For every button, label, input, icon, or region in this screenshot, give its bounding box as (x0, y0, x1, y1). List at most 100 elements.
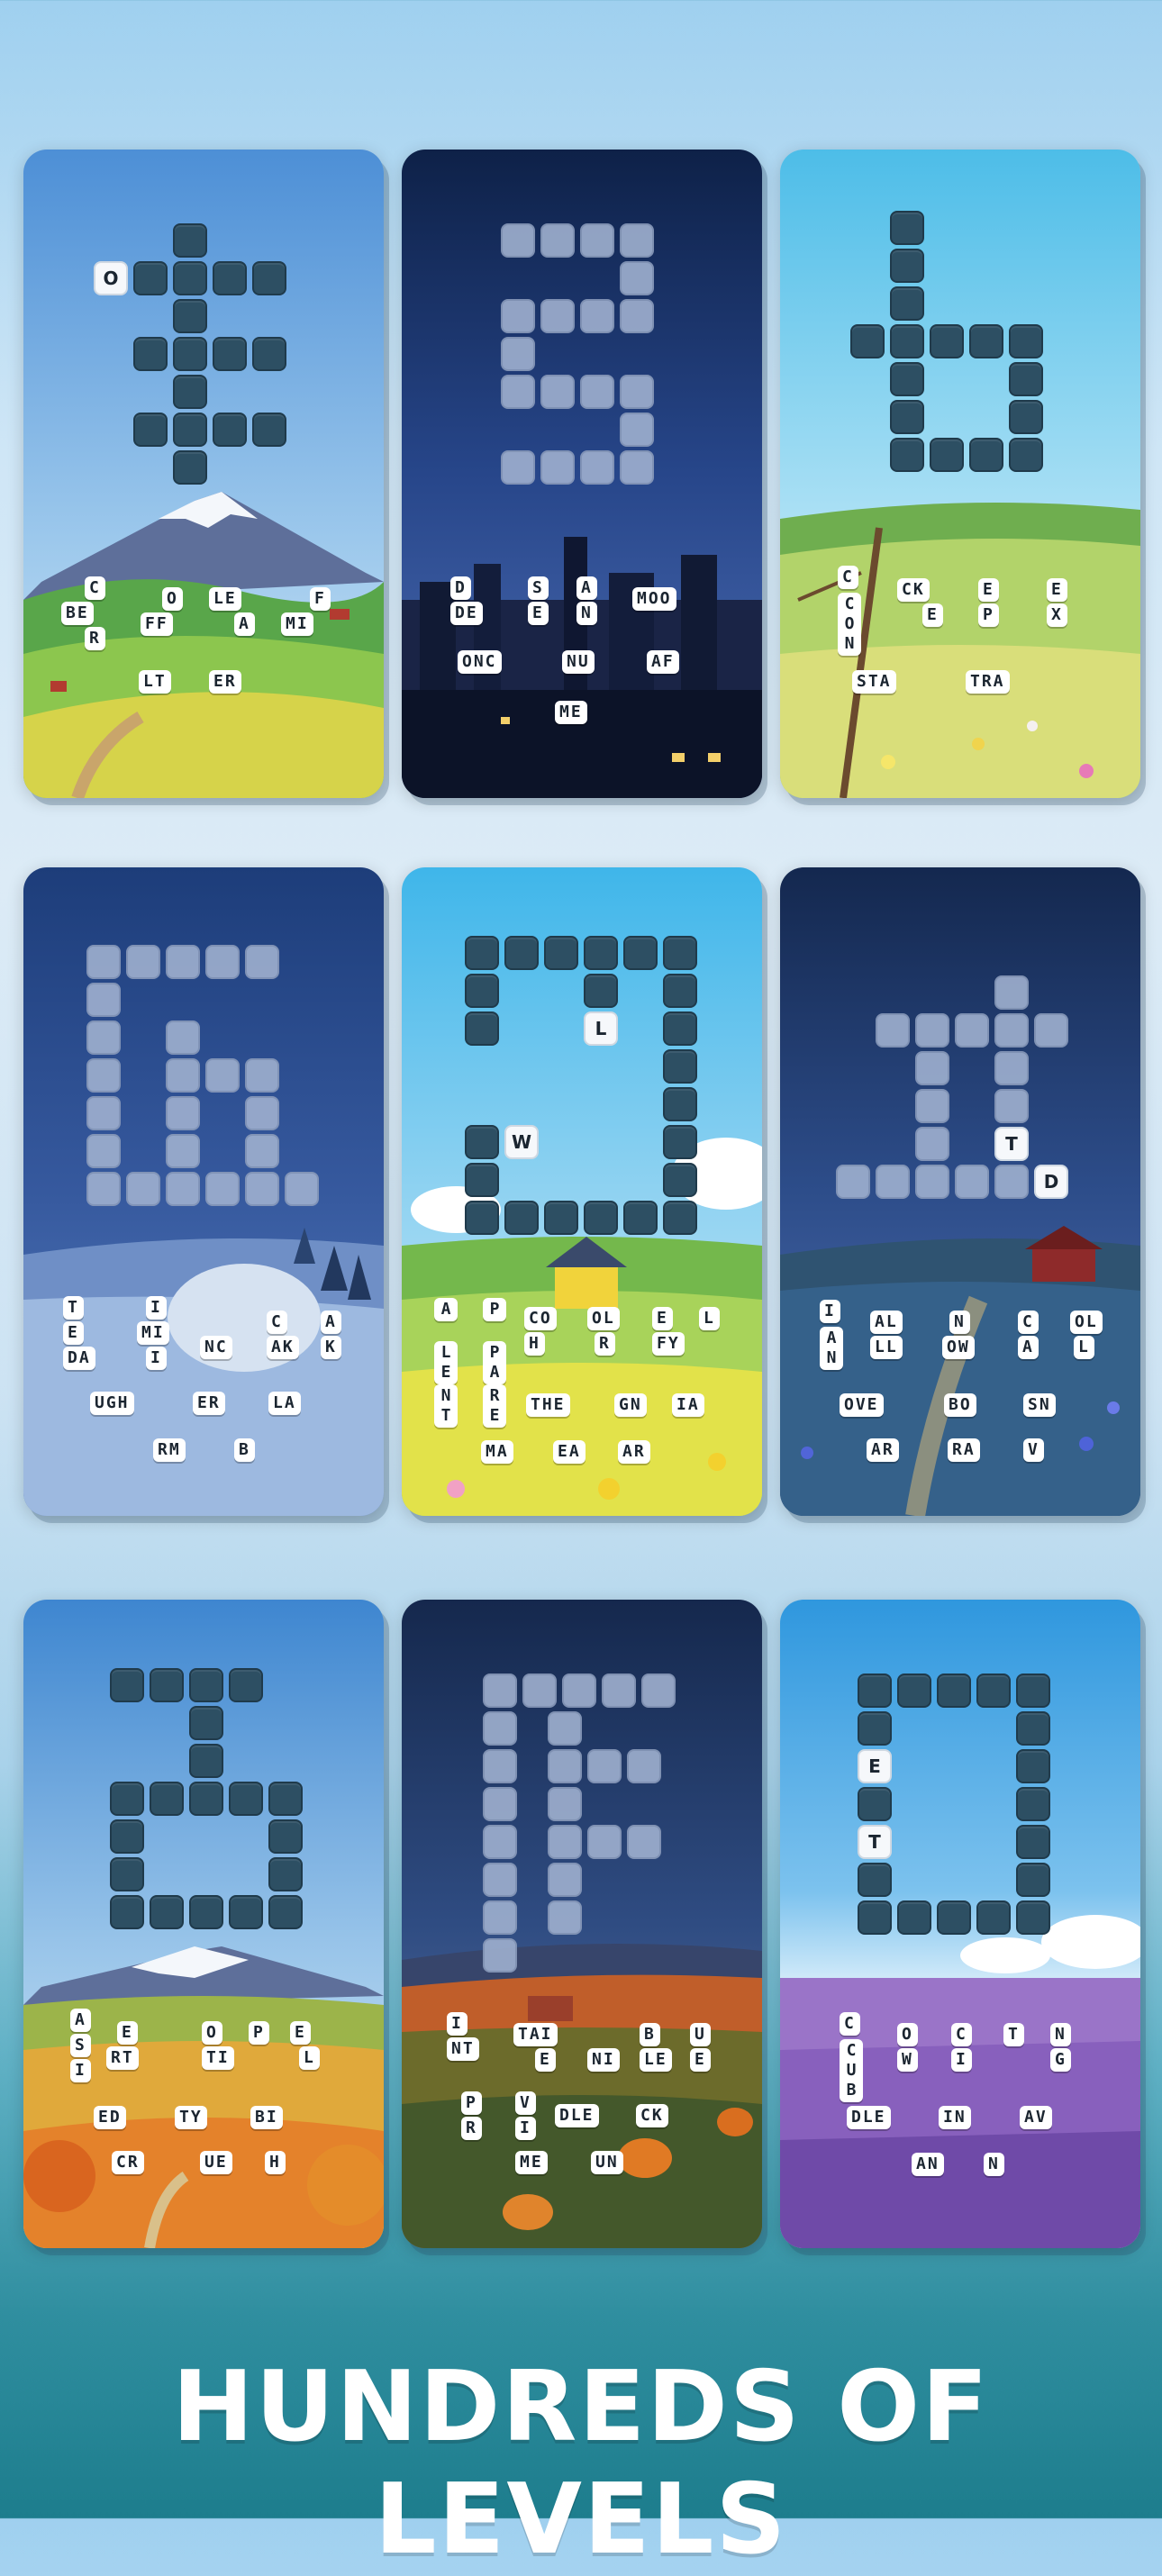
word-chip[interactable]: A (321, 1311, 341, 1334)
word-chip[interactable]: C (85, 576, 105, 600)
word-chip[interactable]: TRA (966, 670, 1010, 694)
word-chip[interactable]: R (461, 2117, 482, 2140)
word-chip[interactable]: ME (555, 701, 587, 724)
level-card-lavender-field[interactable]: E T C CUB O W C I T N G DLE IN AV AN N (780, 1600, 1140, 2248)
word-chip[interactable]: P (978, 603, 999, 627)
word-chip[interactable]: O (162, 587, 183, 611)
word-chip[interactable]: UE (200, 2151, 232, 2174)
word-chip[interactable]: N (576, 602, 597, 625)
word-chip[interactable]: RE (483, 1384, 506, 1428)
word-chip[interactable]: C (840, 2012, 860, 2036)
word-chip[interactable]: NT (434, 1384, 458, 1428)
level-card-igloo-snow[interactable]: T E DA I MI I NC C AK A K UGH ER LA RM B (23, 867, 384, 1516)
word-chip[interactable]: P (461, 2091, 482, 2115)
word-chip[interactable]: N (949, 1311, 970, 1334)
word-chip[interactable]: C (951, 2023, 972, 2046)
word-chip[interactable]: C (838, 566, 858, 589)
level-card-fence-meadow[interactable]: C CON CK E E P E X STA TRA (780, 150, 1140, 798)
word-chip[interactable]: A (70, 2009, 91, 2032)
word-chip[interactable]: E (922, 603, 943, 627)
word-chip[interactable]: GN (614, 1393, 647, 1417)
word-chip[interactable]: IN (939, 2106, 971, 2129)
word-chip[interactable]: ER (193, 1392, 225, 1415)
word-chip[interactable]: TI (202, 2046, 234, 2070)
word-chip[interactable]: FF (141, 612, 173, 636)
word-chip[interactable]: STA (852, 670, 896, 694)
word-chip[interactable]: I (951, 2048, 972, 2072)
word-chip[interactable]: D (450, 576, 471, 600)
level-card-barn-night[interactable]: T D I AN AL LL N OW C A OL L OVE BO SN A… (780, 867, 1140, 1516)
word-chip[interactable]: G (1050, 2048, 1071, 2072)
word-chip[interactable]: L (699, 1307, 720, 1330)
word-chip[interactable]: AN (820, 1327, 843, 1370)
word-chip[interactable]: L (299, 2046, 320, 2070)
word-chip[interactable]: R (595, 1332, 615, 1356)
word-chip[interactable]: OL (1070, 1311, 1103, 1334)
word-chip[interactable]: EA (553, 1440, 586, 1464)
word-chip[interactable]: E (535, 2048, 556, 2072)
word-chip[interactable]: P (249, 2021, 269, 2045)
word-chip[interactable]: DA (63, 1347, 95, 1370)
word-chip[interactable]: E (117, 2021, 138, 2045)
word-chip[interactable]: A (1018, 1336, 1039, 1359)
word-chip[interactable]: E (690, 2048, 711, 2072)
word-chip[interactable]: CON (838, 593, 861, 656)
word-chip[interactable]: N (984, 2153, 1004, 2176)
word-chip[interactable]: E (63, 1321, 84, 1345)
word-chip[interactable]: S (70, 2034, 91, 2057)
word-chip[interactable]: H (265, 2151, 286, 2174)
word-chip[interactable]: B (640, 2023, 660, 2046)
word-chip[interactable]: R (85, 627, 105, 650)
word-chip[interactable]: A (234, 612, 255, 636)
word-chip[interactable]: LE (434, 1341, 458, 1384)
word-chip[interactable]: RA (948, 1438, 980, 1462)
word-chip[interactable]: T (1003, 2023, 1024, 2046)
word-chip[interactable]: ONC (458, 650, 502, 674)
word-chip[interactable]: SN (1023, 1393, 1056, 1417)
word-chip[interactable]: OL (587, 1307, 620, 1330)
word-chip[interactable]: NC (200, 1336, 232, 1359)
word-chip[interactable]: NU (562, 650, 595, 674)
word-chip[interactable]: ME (515, 2151, 548, 2174)
word-chip[interactable]: NI (587, 2048, 620, 2072)
word-chip[interactable]: CR (112, 2151, 144, 2174)
word-chip[interactable]: AN (912, 2153, 944, 2176)
word-chip[interactable]: E (978, 578, 999, 602)
word-chip[interactable]: MI (281, 612, 313, 636)
word-chip[interactable]: I (146, 1296, 167, 1320)
word-chip[interactable]: AK (267, 1336, 299, 1359)
word-chip[interactable]: LE (640, 2048, 672, 2072)
word-chip[interactable]: CK (897, 578, 930, 602)
word-chip[interactable]: P (483, 1298, 506, 1321)
word-chip[interactable]: U (690, 2023, 711, 2046)
word-chip[interactable]: IA (672, 1393, 704, 1417)
word-chip[interactable]: F (310, 587, 331, 611)
word-chip[interactable]: V (1023, 1438, 1044, 1462)
level-card-pumpkin-field[interactable]: I NT TAI E NI B LE U E P R V I DLE CK ME… (402, 1600, 762, 2248)
word-chip[interactable]: L (1074, 1336, 1094, 1359)
word-chip[interactable]: T (63, 1296, 84, 1320)
word-chip[interactable]: LT (139, 670, 171, 694)
word-chip[interactable]: MI (137, 1321, 169, 1345)
word-chip[interactable]: PA (483, 1341, 506, 1384)
word-chip[interactable]: O (202, 2021, 222, 2045)
word-chip[interactable]: FY (652, 1332, 685, 1356)
word-chip[interactable]: I (820, 1300, 840, 1323)
word-chip[interactable]: E (290, 2021, 311, 2045)
word-chip[interactable]: RT (106, 2046, 139, 2070)
word-chip[interactable]: E (1047, 578, 1067, 602)
word-chip[interactable]: CK (636, 2104, 668, 2127)
word-chip[interactable]: K (321, 1336, 341, 1359)
word-chip[interactable]: RM (153, 1438, 186, 1462)
level-card-mountain-meadow[interactable]: O C BE R O FF LE A F MI LT ER (23, 150, 384, 798)
word-chip[interactable]: AL (870, 1311, 903, 1334)
word-chip[interactable]: AR (618, 1440, 650, 1464)
word-chip[interactable]: TAI (513, 2023, 558, 2046)
word-chip[interactable]: DLE (555, 2104, 599, 2127)
level-card-yellow-house[interactable]: L W A LE NT P PA RE CO H OL R E FY L THE… (402, 867, 762, 1516)
word-chip[interactable]: C (267, 1311, 287, 1334)
word-chip[interactable]: LL (870, 1336, 903, 1359)
word-chip[interactable]: C (1018, 1311, 1039, 1334)
word-chip[interactable]: UN (591, 2151, 623, 2174)
word-chip[interactable]: CO (524, 1307, 557, 1330)
